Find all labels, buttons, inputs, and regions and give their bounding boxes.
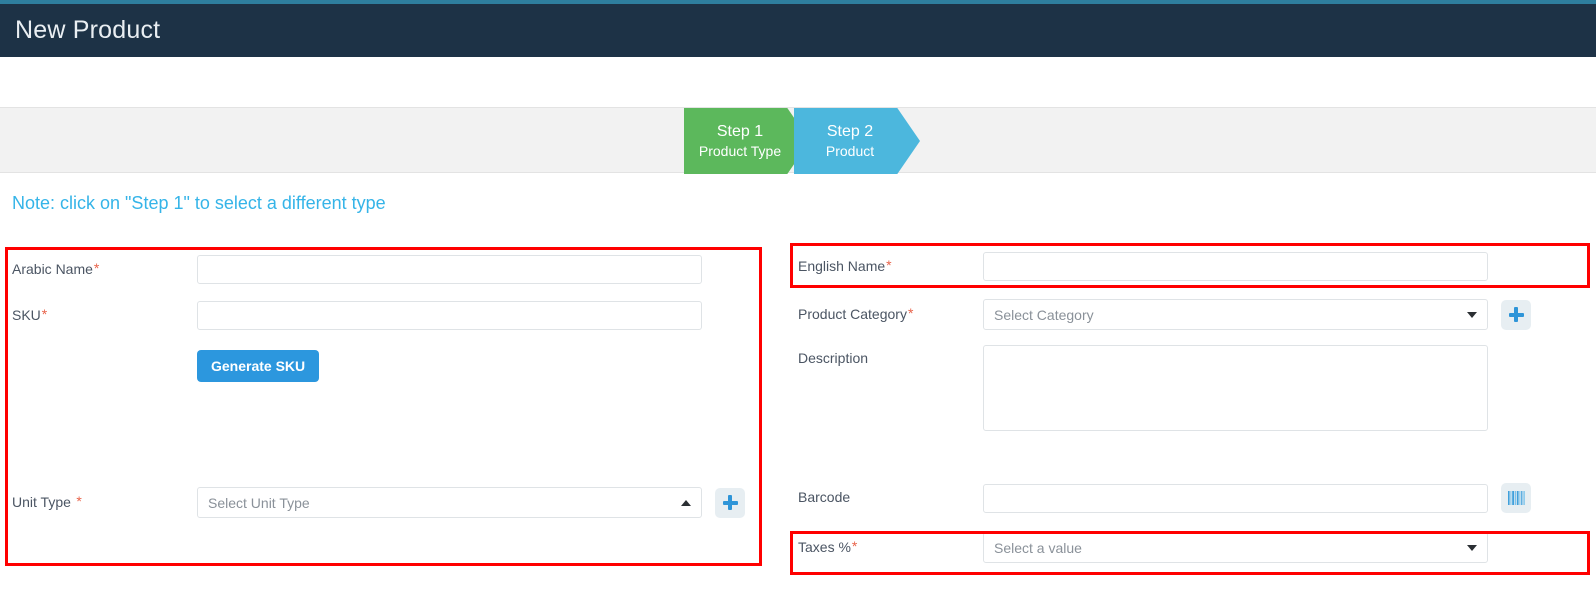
step-2-product[interactable]: Step 2 Product (794, 108, 920, 174)
step-1-title: Step 1 (716, 122, 764, 140)
step-indicator-bar: Step 1 Product Type Step 2 Product (0, 107, 1596, 174)
sku-input[interactable] (197, 301, 702, 330)
barcode-input[interactable] (983, 483, 1488, 513)
product-category-label: Product Category (798, 305, 907, 322)
arabic-name-label: Arabic Name (12, 260, 93, 277)
plus-icon (722, 495, 738, 510)
caret-up-icon (681, 499, 691, 506)
english-name-input[interactable] (983, 252, 1488, 281)
step-2-subtitle: Product (825, 142, 875, 159)
barcode-label: Barcode (798, 489, 851, 505)
taxes-label: Taxes % (798, 538, 851, 555)
add-product-category-button[interactable] (1501, 299, 1531, 330)
barcode-icon (1507, 491, 1525, 505)
unit-type-required-marker: * (76, 492, 82, 509)
field-row-taxes: Taxes %* Select a value (798, 532, 1596, 563)
field-row-unit-type: Unit Type * Select Unit Type (12, 487, 762, 518)
field-row-barcode: Barcode (798, 483, 1596, 513)
field-row-product-category: Product Category* Select Category (798, 299, 1596, 330)
step-note: Note: click on "Step 1" to select a diff… (12, 193, 386, 213)
unit-type-select[interactable]: Select Unit Type (197, 487, 702, 518)
field-row-generate-sku: Generate SKU (12, 350, 752, 382)
product-category-select[interactable]: Select Category (983, 299, 1488, 330)
arabic-name-input[interactable] (197, 255, 702, 284)
product-category-required-marker: * (907, 304, 914, 321)
page-title: New Product (15, 16, 161, 44)
sku-label: SKU (12, 306, 41, 323)
highlight-box-left-panel (5, 247, 762, 566)
field-row-arabic-name: Arabic Name* (12, 255, 752, 284)
page-root: New Product Step 1 Product Type Step 2 P… (0, 0, 1596, 606)
taxes-selected-value: Select a value (994, 539, 1082, 556)
field-row-english-name: English Name* (798, 252, 1588, 281)
field-row-description: Description (798, 345, 1588, 431)
unit-type-selected-value: Select Unit Type (208, 494, 310, 511)
unit-type-label: Unit Type (12, 493, 71, 510)
chevron-down-icon (1467, 544, 1477, 551)
english-name-required-marker: * (886, 256, 892, 273)
sku-required-marker: * (41, 305, 48, 322)
taxes-select[interactable]: Select a value (983, 532, 1488, 563)
description-label: Description (798, 350, 869, 366)
generate-sku-button[interactable]: Generate SKU (197, 350, 320, 382)
english-name-label: English Name (798, 257, 886, 274)
step-1-subtitle: Product Type (698, 142, 782, 159)
product-category-selected-value: Select Category (994, 306, 1094, 323)
step-2-title: Step 2 (826, 122, 874, 140)
plus-icon (1508, 307, 1524, 322)
app-header: New Product (0, 4, 1596, 57)
taxes-required-marker: * (851, 537, 858, 554)
add-unit-type-button[interactable] (715, 487, 745, 518)
scan-barcode-button[interactable] (1501, 483, 1531, 513)
step-1-product-type[interactable]: Step 1 Product Type (684, 108, 810, 174)
description-textarea[interactable] (983, 345, 1488, 431)
field-row-sku: SKU* (12, 301, 752, 330)
arabic-name-required-marker: * (93, 259, 100, 276)
chevron-down-icon (1467, 311, 1477, 318)
